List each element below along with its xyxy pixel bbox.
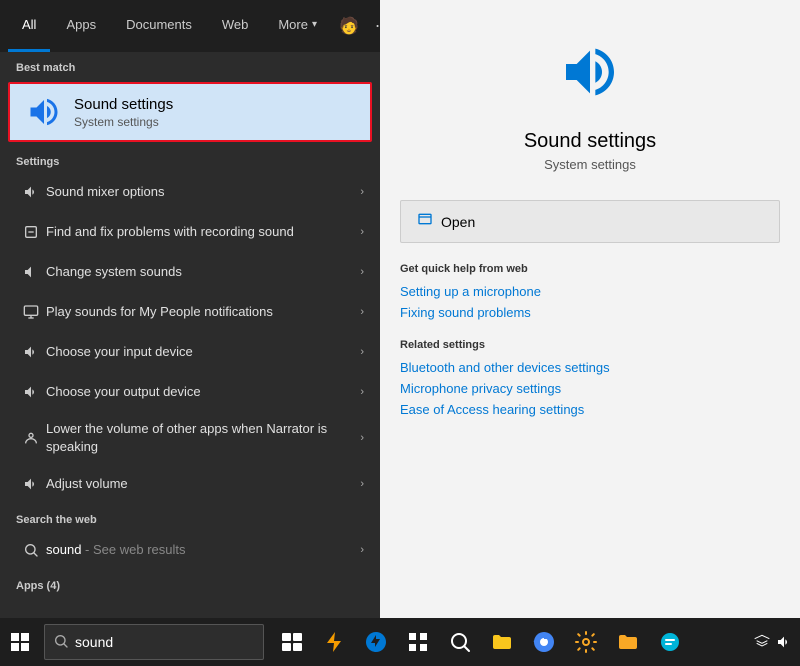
lower-volume-label: Lower the volume of other apps when Narr… (46, 420, 360, 456)
sound-tray-icon (776, 634, 792, 650)
sound-mixer-icon (16, 184, 46, 200)
windows-button-2[interactable] (398, 622, 438, 662)
related-settings-section: Related settings Bluetooth and other dev… (380, 327, 800, 424)
taskbar (0, 618, 800, 666)
store-button[interactable] (650, 622, 690, 662)
web-search-suffix: - See web results (85, 542, 185, 557)
chevron-right-icon-4: › (360, 306, 364, 318)
network-icon (754, 634, 770, 650)
open-button[interactable]: Open (400, 200, 780, 243)
best-match-subtitle: System settings (74, 115, 173, 129)
edge-browser-button[interactable] (356, 622, 396, 662)
results-list: Best match Sound settings System setting… (0, 52, 380, 618)
result-input-device[interactable]: Choose your input device › (0, 332, 380, 372)
right-hero-title: Sound settings (524, 130, 656, 153)
right-hero-subtitle: System settings (544, 157, 636, 172)
result-sound-mixer[interactable]: Sound mixer options › (0, 172, 380, 212)
taskbar-search-button-2[interactable] (440, 622, 480, 662)
open-button-label: Open (441, 214, 475, 230)
taskbar-right-area (754, 634, 800, 650)
quick-help-section: Get quick help from web Setting up a mic… (380, 251, 800, 327)
narrator-icon (16, 430, 46, 446)
hero-sound-icon (558, 40, 622, 114)
change-sounds-label: Change system sounds (46, 263, 360, 281)
chevron-right-icon-9: › (360, 544, 364, 556)
chevron-right-icon-2: › (360, 226, 364, 238)
result-fix-recording[interactable]: Find and fix problems with recording sou… (0, 212, 380, 252)
taskbar-search-box[interactable] (44, 624, 264, 660)
chevron-right-icon-5: › (360, 346, 364, 358)
quick-help-link-1[interactable]: Setting up a microphone (400, 281, 780, 302)
search-overlay: All Apps Documents Web More ▾ 🧑 ⋯ (0, 0, 800, 618)
chevron-right-icon: › (360, 186, 364, 198)
apps-section-label: Apps (4) (0, 570, 380, 596)
chevron-right-icon-7: › (360, 432, 364, 444)
output-device-label: Choose your output device (46, 383, 360, 401)
chrome-button[interactable] (524, 622, 564, 662)
person-icon[interactable]: 🧑 (335, 12, 363, 40)
people-icon (16, 304, 46, 320)
taskbar-app-icons (272, 622, 690, 662)
best-match-item[interactable]: Sound settings System settings (8, 82, 372, 142)
right-panel: Sound settings System settings Open Get … (380, 0, 800, 618)
cortana-button[interactable] (314, 622, 354, 662)
quick-help-title: Get quick help from web (400, 263, 780, 275)
quick-help-link-2[interactable]: Fixing sound problems (400, 302, 780, 323)
play-sounds-label: Play sounds for My People notifications (46, 303, 360, 321)
chevron-right-icon-6: › (360, 386, 364, 398)
result-adjust-volume[interactable]: Adjust volume › (0, 464, 380, 504)
open-window-icon (417, 211, 433, 232)
input-device-icon (16, 344, 46, 360)
best-match-title: Sound settings (74, 96, 173, 113)
fix-recording-icon (16, 224, 46, 240)
result-lower-volume[interactable]: Lower the volume of other apps when Narr… (0, 412, 380, 464)
chevron-right-icon-3: › (360, 266, 364, 278)
web-search-icon (16, 542, 46, 558)
taskbar-search-input[interactable] (75, 634, 245, 650)
output-device-icon (16, 384, 46, 400)
result-play-sounds[interactable]: Play sounds for My People notifications … (0, 292, 380, 332)
result-change-sounds[interactable]: Change system sounds › (0, 252, 380, 292)
sound-icon-large (26, 94, 62, 130)
folder-button[interactable] (608, 622, 648, 662)
taskbar-search-icon (53, 633, 69, 652)
system-tray (754, 634, 792, 650)
settings-section-label: Settings (0, 146, 380, 172)
tab-all[interactable]: All (8, 0, 50, 52)
file-explorer-button[interactable] (482, 622, 522, 662)
result-output-device[interactable]: Choose your output device › (0, 372, 380, 412)
adjust-volume-label: Adjust volume (46, 475, 360, 493)
right-hero: Sound settings System settings (380, 0, 800, 192)
settings-gear-button[interactable] (566, 622, 606, 662)
chevron-right-icon-8: › (360, 478, 364, 490)
tab-apps[interactable]: Apps (52, 0, 110, 52)
related-link-3[interactable]: Ease of Access hearing settings (400, 399, 780, 420)
windows-start-button[interactable] (0, 622, 40, 662)
related-link-2[interactable]: Microphone privacy settings (400, 378, 780, 399)
web-search-text: sound - See web results (46, 541, 360, 559)
chevron-down-icon: ▾ (312, 19, 317, 30)
related-link-1[interactable]: Bluetooth and other devices settings (400, 357, 780, 378)
best-match-label: Best match (0, 52, 380, 78)
tab-documents[interactable]: Documents (112, 0, 206, 52)
result-web-search[interactable]: sound - See web results › (0, 530, 380, 570)
change-sounds-icon (16, 264, 46, 280)
tab-web[interactable]: Web (208, 0, 263, 52)
web-search-query: sound (46, 542, 81, 557)
left-panel: All Apps Documents Web More ▾ 🧑 ⋯ (0, 0, 380, 618)
tabs-bar: All Apps Documents Web More ▾ 🧑 ⋯ (0, 0, 380, 52)
input-device-label: Choose your input device (46, 343, 360, 361)
related-settings-title: Related settings (400, 339, 780, 351)
tab-more[interactable]: More ▾ (264, 0, 331, 52)
task-view-button[interactable] (272, 622, 312, 662)
sound-mixer-label: Sound mixer options (46, 183, 360, 201)
search-web-label: Search the web (0, 504, 380, 530)
adjust-volume-icon (16, 476, 46, 492)
fix-recording-label: Find and fix problems with recording sou… (46, 223, 360, 241)
